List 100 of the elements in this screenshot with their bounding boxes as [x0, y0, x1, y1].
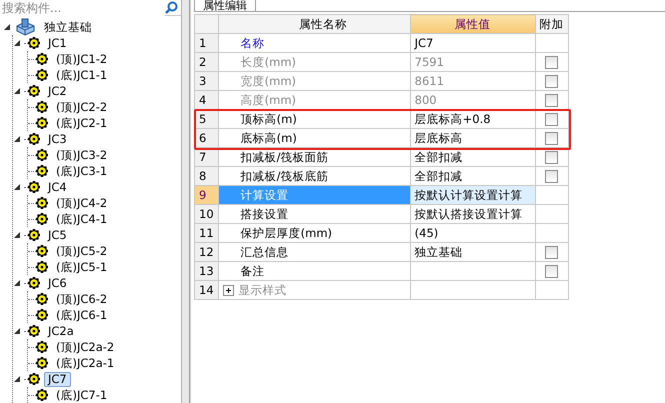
expand-toggle-icon[interactable] [13, 87, 21, 95]
property-name: 显示样式 [238, 283, 287, 297]
tree-item[interactable]: (顶)JC6-2 [52, 292, 112, 306]
tree-item[interactable]: (顶)JC4-2 [52, 196, 112, 210]
tree-item[interactable]: JC1 [44, 36, 71, 50]
property-value: 层底标高+0.8 [414, 112, 491, 126]
search-icon[interactable] [165, 1, 178, 14]
property-name: 备注 [240, 264, 265, 278]
property-name: 长度(mm) [240, 55, 296, 69]
row-number: 8 [194, 166, 218, 186]
gear-icon [36, 69, 48, 81]
gear-icon [28, 277, 40, 289]
column-header: 属性名称 [218, 14, 410, 34]
property-value: 800 [414, 93, 437, 107]
property-value: JC7 [414, 36, 434, 50]
grid-corner [194, 14, 218, 34]
expand-toggle-icon[interactable] [13, 135, 21, 143]
property-name: 计算设置 [240, 188, 289, 202]
property-name: 扣减板/筏板面筋 [240, 150, 329, 164]
gear-icon [28, 85, 40, 97]
tree-item[interactable]: (顶)JC3-2 [52, 148, 112, 162]
gear-icon [36, 197, 48, 209]
expand-toggle-icon[interactable] [13, 375, 21, 383]
checkbox[interactable] [545, 265, 558, 278]
expand-toggle-icon[interactable] [13, 327, 21, 335]
gear-icon [28, 181, 40, 193]
property-name: 名称 [240, 36, 265, 50]
gear-icon [36, 101, 48, 113]
gear-icon [36, 309, 48, 321]
tree-item[interactable]: 独立基础 [40, 20, 96, 34]
gear-icon [36, 357, 48, 369]
tree-item[interactable]: (底)JC5-1 [52, 260, 112, 274]
checkbox[interactable] [545, 246, 558, 260]
property-value: (45) [414, 226, 438, 240]
column-header: 附加 [535, 14, 568, 34]
gear-icon [36, 389, 48, 401]
property-name: 搭接设置 [240, 207, 289, 221]
row-number: 14 [194, 280, 218, 300]
tree-item[interactable]: JC4 [44, 180, 71, 194]
gear-icon [36, 293, 48, 305]
property-name: 扣减板/筏板底筋 [240, 169, 329, 183]
tree-item[interactable]: (顶)JC2a-2 [52, 340, 118, 354]
property-name: 顶标高(m) [240, 112, 297, 126]
tree-item[interactable]: JC5 [44, 228, 71, 242]
tree-item[interactable]: (底)JC1-1 [52, 68, 112, 82]
row-number: 10 [194, 204, 218, 224]
gear-icon [36, 261, 48, 273]
expand-toggle-icon[interactable] [13, 231, 21, 239]
checkbox[interactable] [545, 113, 558, 126]
expand-toggle-icon[interactable] [13, 279, 21, 287]
checkbox[interactable] [545, 170, 558, 184]
row-number: 3 [194, 72, 218, 90]
scrollbar[interactable] [181, 0, 189, 403]
tree-item[interactable]: (顶)JC5-2 [52, 244, 112, 258]
row-number: 2 [194, 52, 218, 72]
property-name: 底标高(m) [240, 131, 297, 145]
tree-item[interactable]: JC7 [44, 372, 71, 386]
gear-icon [28, 325, 40, 337]
tree-item[interactable]: (顶)JC2-2 [52, 100, 112, 114]
tree-item[interactable]: (底)JC4-1 [52, 212, 112, 226]
gear-icon [28, 373, 40, 385]
property-name: 高度(mm) [240, 93, 296, 107]
row-number: 1 [194, 34, 218, 52]
checkbox[interactable] [545, 151, 558, 164]
checkbox[interactable] [545, 132, 558, 146]
property-name: 汇总信息 [240, 245, 289, 259]
tree-item[interactable]: JC2a [44, 324, 78, 338]
tree-item[interactable]: (底)JC3-1 [52, 164, 112, 178]
gear-icon [36, 213, 48, 225]
tree-item[interactable]: (底)JC7-1 [52, 388, 112, 402]
block-icon [14, 18, 36, 36]
gear-icon [28, 229, 40, 241]
tree-item[interactable]: (底)JC2a-1 [52, 356, 118, 370]
tree-item[interactable]: (底)JC6-1 [52, 308, 112, 322]
tree-item[interactable]: (顶)JC1-2 [52, 52, 112, 66]
tree-item[interactable]: JC6 [44, 276, 71, 290]
expand-toggle-icon[interactable] [3, 23, 11, 31]
property-value: 全部扣减 [414, 169, 463, 183]
property-value: 8611 [414, 74, 444, 88]
gear-icon [36, 149, 48, 161]
property-value: 独立基础 [414, 245, 463, 259]
row-number: 13 [194, 262, 218, 280]
property-value: 按默认计算设置计算 [414, 188, 523, 202]
property-value: 按默认搭接设置计算 [414, 207, 523, 221]
gear-icon [36, 341, 48, 353]
gear-icon [28, 133, 40, 145]
property-value: 7591 [414, 55, 444, 69]
gear-icon [36, 117, 48, 129]
row-number: 9 [194, 186, 218, 204]
gear-icon [36, 53, 48, 65]
expand-toggle-icon[interactable] [13, 183, 21, 191]
row-number: 4 [194, 90, 218, 110]
gear-icon [36, 165, 48, 177]
tree-item[interactable]: (底)JC2-1 [52, 116, 112, 130]
search-field[interactable]: 搜索构件... [0, 0, 165, 16]
gear-icon [36, 245, 48, 257]
expand-toggle-icon[interactable] [13, 39, 21, 47]
tree-item[interactable]: JC2 [44, 84, 71, 98]
tree-item[interactable]: JC3 [44, 132, 71, 146]
panel-tab[interactable]: 属性编辑 [194, 0, 256, 11]
